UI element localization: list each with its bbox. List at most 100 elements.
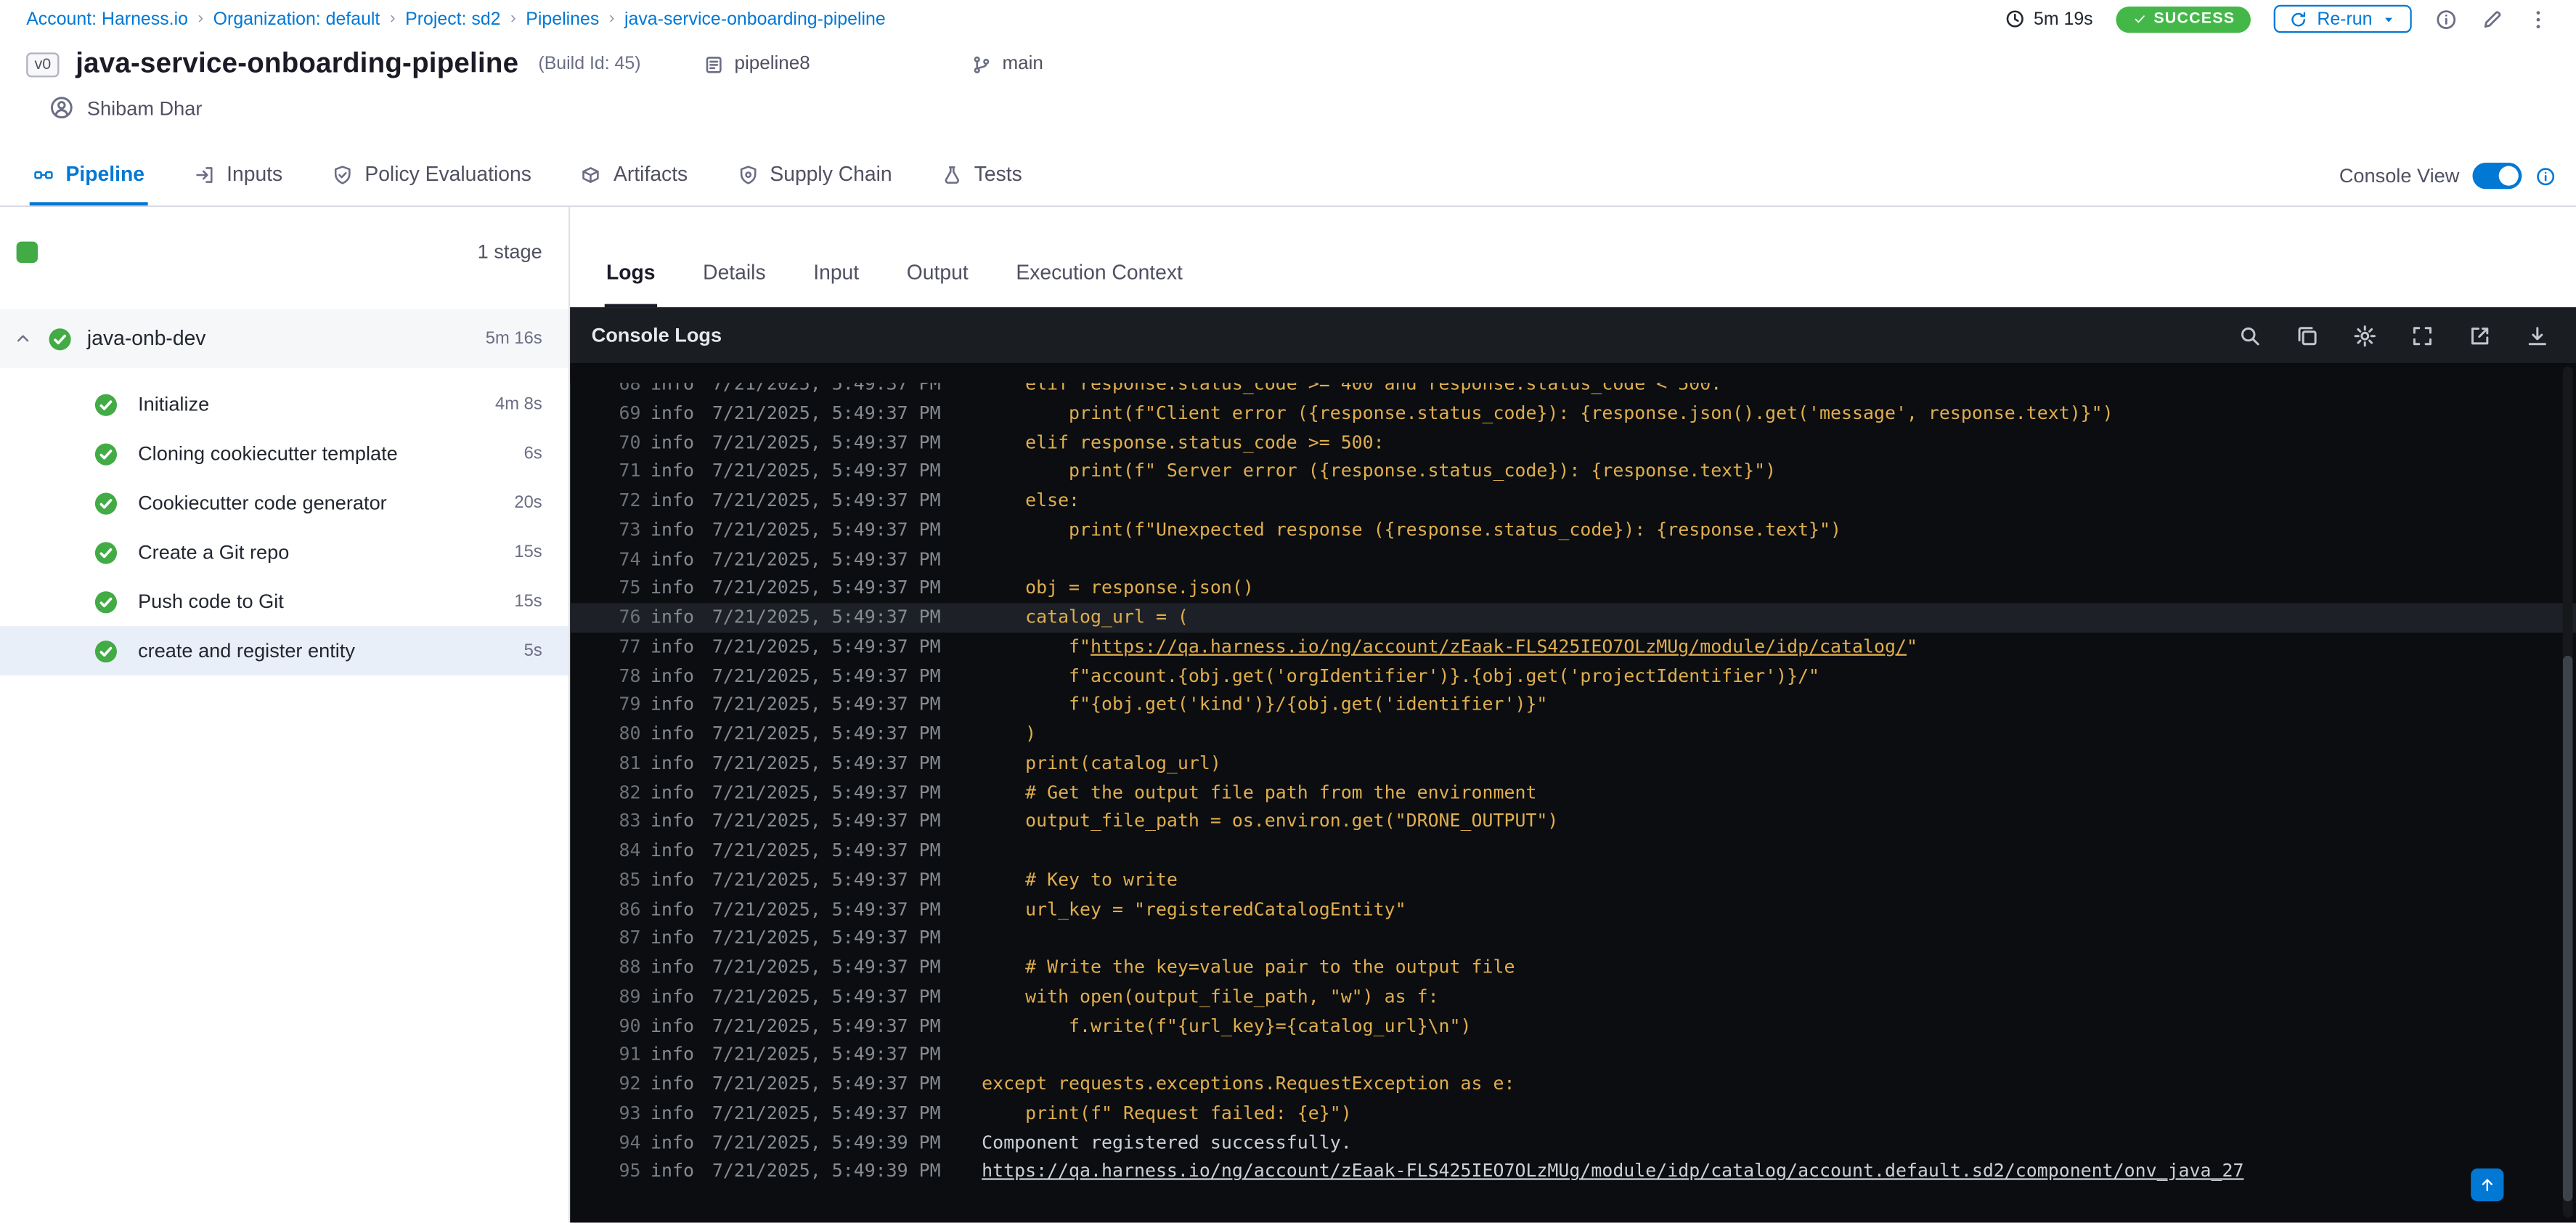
more-options-icon[interactable] [2527, 7, 2550, 31]
rerun-button[interactable]: Re-run [2274, 4, 2412, 33]
log-row: 71 info 7/21/2025, 5:49:37 PM print(f" Ser… [570, 458, 2576, 487]
breadcrumb-item-account-harness-io[interactable]: Account: Harness.io [26, 9, 188, 28]
content: 1 stage java-onb-dev 5m 16s Initialize 4m… [0, 207, 2576, 1223]
step-row-push-code-to-git[interactable]: Push code to Git 15s [0, 577, 568, 626]
log-level: info [651, 1044, 695, 1065]
detail-tab-details[interactable]: Details [701, 261, 767, 307]
info-icon[interactable] [2434, 7, 2458, 31]
breadcrumb-separator: › [389, 9, 396, 28]
log-timestamp: 7/21/2025, 5:49:37 PM [712, 489, 941, 511]
tab-supply-chain[interactable]: Supply Chain [734, 146, 896, 205]
scroll-to-top-button[interactable] [2471, 1169, 2504, 1202]
supply-chain-icon [737, 163, 758, 184]
log-timestamp: 7/21/2025, 5:49:37 PM [712, 519, 941, 540]
log-row: 74 info 7/21/2025, 5:49:37 PM [570, 545, 2576, 574]
log-level: info [651, 606, 695, 628]
console-view-label: Console View [2339, 164, 2460, 187]
collapse-chevron-icon[interactable] [13, 329, 33, 349]
tab-artifacts[interactable]: Artifacts [577, 146, 690, 205]
log-text: f.write(f"{url_key}={catalog_url}\n") [982, 1015, 1472, 1036]
step-row-create-a-git-repo[interactable]: Create a Git repo 15s [0, 527, 568, 577]
log-timestamp: 7/21/2025, 5:49:37 PM [712, 635, 941, 657]
settings-icon[interactable] [2352, 323, 2377, 348]
detail-tab-execution-context[interactable]: Execution Context [1014, 261, 1184, 307]
copy-icon[interactable] [2295, 323, 2320, 348]
step-label: Cloning cookiecutter template [138, 442, 398, 466]
log-row: 73 info 7/21/2025, 5:49:37 PM print(f"Unex… [570, 516, 2576, 545]
stage-success-icon [48, 326, 73, 351]
refresh-icon [2289, 9, 2309, 28]
console-view-info-icon[interactable] [2535, 165, 2556, 186]
log-timestamp: 7/21/2025, 5:49:37 PM [712, 956, 941, 978]
tab-label: Pipeline [65, 163, 144, 186]
log-timestamp: 7/21/2025, 5:49:37 PM [712, 1015, 941, 1036]
log-level: info [651, 956, 695, 978]
log-message: output_file_path = os.environ.get("DRONE… [982, 808, 1558, 837]
tab-inputs[interactable]: Inputs [190, 146, 285, 205]
download-icon[interactable] [2525, 323, 2550, 348]
search-icon[interactable] [2238, 323, 2262, 348]
log-row: 80 info 7/21/2025, 5:49:37 PM ) [570, 720, 2576, 749]
log-line-number: 69 [619, 402, 641, 424]
tests-icon [941, 163, 962, 184]
log-timestamp: 7/21/2025, 5:49:37 PM [712, 694, 941, 715]
log-message: obj = response.json() [982, 574, 1254, 603]
log-text: elif response.status_code >= 500: [982, 431, 1385, 453]
step-row-cookiecutter-code-generator[interactable]: Cookiecutter code generator 20s [0, 478, 568, 527]
console-scrollbar[interactable] [2562, 366, 2573, 1219]
step-success-icon [94, 589, 118, 614]
detail-tab-input[interactable]: Input [812, 261, 860, 307]
breadcrumb-separator: › [608, 9, 615, 28]
tab-label: Supply Chain [770, 163, 892, 186]
log-timestamp: 7/21/2025, 5:49:37 PM [712, 927, 941, 949]
step-duration: 20s [514, 492, 542, 513]
detail-tab-logs[interactable]: Logs [604, 261, 657, 308]
tab-policy-evaluations[interactable]: Policy Evaluations [329, 146, 535, 205]
log-row: 90 info 7/21/2025, 5:49:37 PM f.write(f"{u… [570, 1012, 2576, 1041]
log-level: info [651, 548, 695, 570]
log-line-number: 82 [619, 781, 641, 803]
pipeline-doc-icon [704, 54, 725, 75]
build-id: (Build Id: 45) [538, 54, 641, 74]
tab-label: Tests [974, 163, 1022, 186]
breadcrumb-item-organization-default[interactable]: Organization: default [213, 9, 380, 28]
user-row: Shibam Dhar [0, 81, 2576, 120]
log-message: url_key = "registeredCatalogEntity" [982, 895, 1406, 924]
log-line-number: 89 [619, 986, 641, 1007]
breadcrumb-item-pipelines[interactable]: Pipelines [526, 9, 599, 28]
log-top-clip [570, 363, 2576, 383]
log-timestamp: 7/21/2025, 5:49:37 PM [712, 460, 941, 482]
breadcrumb-item-java-service-onboarding-pipeline[interactable]: java-service-onboarding-pipeline [624, 9, 886, 28]
log-text: print(f"Unexpected response ({response.s… [982, 519, 1842, 540]
detail-tab-output[interactable]: Output [905, 261, 970, 307]
log-link[interactable]: https://qa.harness.io/ng/account/zEaak-F… [982, 1161, 2243, 1182]
log-message: catalog_url = ( [982, 603, 1189, 632]
log-rows: 68 info 7/21/2025, 5:49:37 PM elif respons… [570, 363, 2576, 1187]
log-level: info [651, 1161, 695, 1182]
step-row-initialize[interactable]: Initialize 4m 8s [0, 380, 568, 429]
scrollbar-thumb[interactable] [2562, 656, 2573, 1201]
tab-tests[interactable]: Tests [938, 146, 1025, 205]
log-text: f"{obj.get('kind')}/{obj.get('identifier… [982, 694, 1548, 715]
log-text: " [1906, 635, 1917, 657]
log-timestamp: 7/21/2025, 5:49:37 PM [712, 869, 941, 890]
log-text: with open(output_file_path, "w") as f: [982, 986, 1439, 1007]
step-row-cloning-cookiecutter-template[interactable]: Cloning cookiecutter template 6s [0, 429, 568, 479]
log-link[interactable]: https://qa.harness.io/ng/account/zEaak-F… [1091, 635, 1907, 657]
log-message: # Key to write [982, 866, 1178, 895]
tab-pipeline[interactable]: Pipeline [29, 146, 148, 206]
log-message: # Write the key=value pair to the output… [982, 953, 1515, 982]
edit-icon[interactable] [2481, 7, 2504, 31]
console-view-toggle[interactable] [2472, 163, 2522, 190]
open-in-new-icon[interactable] [2468, 323, 2493, 348]
step-row-create-and-register-entity[interactable]: create and register entity 5s [0, 626, 568, 675]
stage-header[interactable]: java-onb-dev 5m 16s [0, 309, 568, 368]
log-line-number: 85 [619, 869, 641, 890]
log-message: f.write(f"{url_key}={catalog_url}\n") [982, 1012, 1471, 1041]
log-row: 81 info 7/21/2025, 5:49:37 PM print(catalo… [570, 749, 2576, 778]
status-badge: SUCCESS [2116, 5, 2251, 33]
fullscreen-icon[interactable] [2410, 323, 2434, 348]
step-success-icon [94, 392, 118, 417]
breadcrumb-item-project-sd2[interactable]: Project: sd2 [405, 9, 500, 28]
branch-ref: main [971, 54, 1043, 75]
